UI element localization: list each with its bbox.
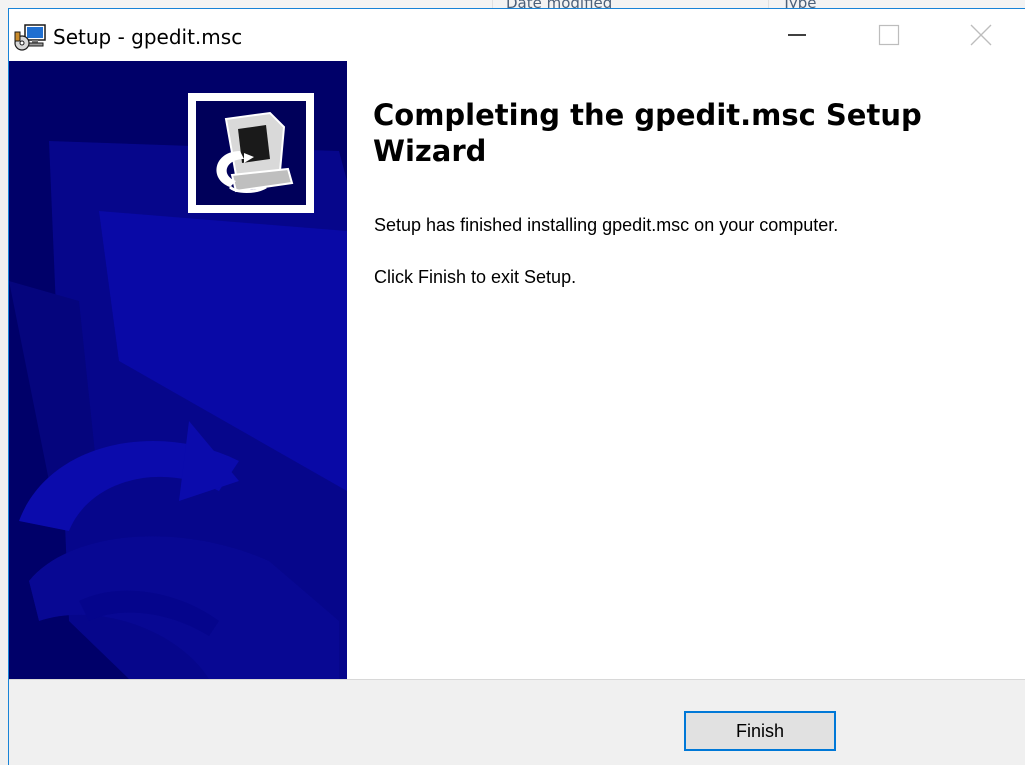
wizard-heading: Completing the gpedit.msc Setup Wizard <box>373 98 922 168</box>
wizard-button-bar: Finish <box>9 679 1025 765</box>
close-icon <box>970 24 992 46</box>
close-button[interactable] <box>935 9 1025 61</box>
setup-wizard-window: Setup - gpedit.msc Completing the gpedit… <box>8 8 1025 765</box>
background-window-edge <box>0 60 8 765</box>
wizard-content: Completing the gpedit.msc Setup Wizard S… <box>347 61 1025 679</box>
completion-message: Setup has finished installing gpedit.msc… <box>374 215 839 235</box>
setup-installer-icon <box>13 23 47 53</box>
finish-instruction: Click Finish to exit Setup. <box>374 267 577 287</box>
maximize-button[interactable] <box>843 9 935 61</box>
minimize-icon <box>788 34 806 36</box>
finish-button[interactable]: Finish <box>684 711 836 751</box>
maximize-icon <box>878 24 900 46</box>
title-bar[interactable]: Setup - gpedit.msc <box>9 9 1025 61</box>
computer-install-icon <box>196 101 306 205</box>
window-title: Setup - gpedit.msc <box>53 25 243 49</box>
wizard-logo-frame <box>188 93 314 213</box>
minimize-button[interactable] <box>751 9 843 61</box>
